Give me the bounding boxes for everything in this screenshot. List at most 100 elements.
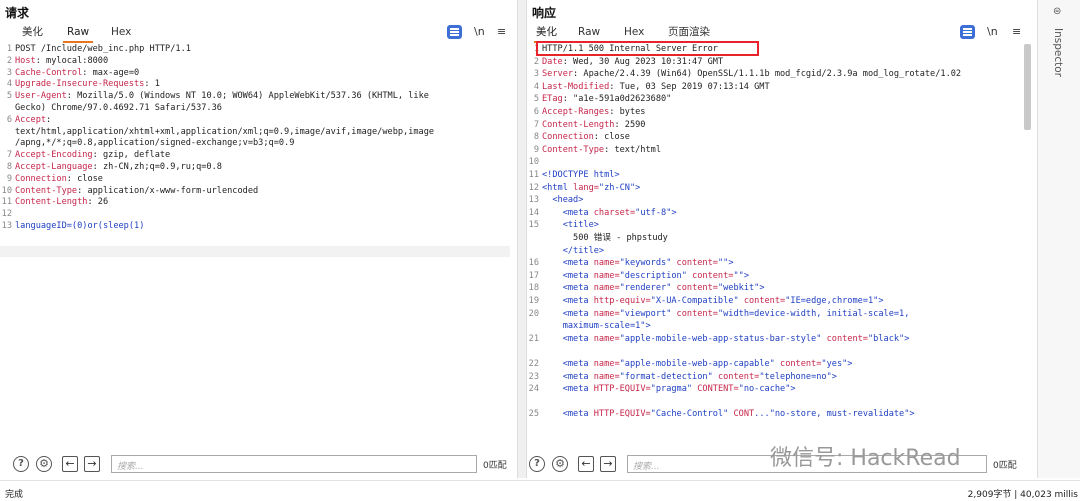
code-line[interactable]: Accept:: [15, 115, 51, 126]
code-line[interactable]: Upgrade-Insecure-Requests: 1: [15, 79, 160, 90]
code-line[interactable]: maximum-scale=1">: [542, 321, 651, 332]
request-search-input[interactable]: 搜索...: [111, 455, 477, 473]
line-number: 3: [6, 67, 12, 78]
inspector-label[interactable]: Inspector: [1052, 28, 1064, 77]
line-number: 5: [6, 91, 12, 102]
request-tabs: 美化 Raw Hex: [0, 24, 517, 43]
newline-toggle[interactable]: \n: [474, 25, 485, 38]
code-line[interactable]: Content-Length: 2590: [542, 120, 645, 131]
code-token: <meta: [542, 308, 594, 319]
line-number: 2: [6, 55, 12, 66]
code-token: : "a1e-591a0d2623680": [562, 94, 672, 105]
prev-match-button[interactable]: ←: [578, 456, 594, 472]
menu-icon[interactable]: ≡: [1012, 25, 1021, 38]
code-line[interactable]: <meta HTTP-EQUIV="pragma" CONTENT="no-ca…: [542, 384, 796, 395]
code-line[interactable]: <!DOCTYPE html>: [542, 170, 620, 181]
code-line[interactable]: Connection: close: [15, 174, 103, 185]
code-token: Upgrade-Insecure-Requests: [15, 79, 145, 90]
inspector-panel[interactable]: ⊜ Inspector: [1037, 0, 1080, 478]
line-number: 11: [1, 197, 12, 208]
code-line[interactable]: Content-Type: application/x-www-form-url…: [15, 186, 258, 197]
code-token: HTTP-EQUIV=: [593, 409, 651, 420]
code-line[interactable]: ETag: "a1e-591a0d2623680": [542, 94, 671, 105]
code-line[interactable]: <meta name="keywords" content="">: [542, 258, 734, 269]
actions-icon[interactable]: [447, 25, 462, 39]
code-line[interactable]: Date: Wed, 30 Aug 2023 10:31:47 GMT: [542, 57, 723, 68]
inspector-icon[interactable]: ⊜: [1053, 6, 1061, 17]
prev-match-button[interactable]: ←: [62, 456, 78, 472]
code-line[interactable]: Connection: close: [542, 132, 630, 143]
actions-icon[interactable]: [960, 25, 975, 39]
next-match-button[interactable]: →: [600, 456, 616, 472]
code-token: name=: [593, 258, 620, 269]
code-line[interactable]: Content-Length: 26: [15, 197, 108, 208]
code-token: name=: [593, 333, 620, 344]
code-token: 500 错误 - phpstudy: [542, 233, 668, 243]
code-token: CONT: [733, 409, 755, 420]
code-line[interactable]: <html lang="zh-CN">: [542, 183, 640, 194]
code-token: : 26: [87, 197, 109, 208]
code-line[interactable]: 500 错误 - phpstudy: [542, 233, 668, 244]
code-token: : Wed, 30 Aug 2023 10:31:47 GMT: [562, 56, 724, 67]
code-line[interactable]: <meta name="apple-mobile-web-app-status-…: [542, 333, 910, 345]
code-token: Connection: [15, 173, 67, 184]
tab-raw[interactable]: Raw: [63, 24, 94, 43]
code-token: name=: [593, 359, 620, 369]
code-line[interactable]: <meta http-equiv="X-UA-Compatible" conte…: [542, 296, 884, 307]
code-line[interactable]: <meta name="format-detection" content="t…: [542, 372, 837, 383]
help-icon[interactable]: ?: [13, 456, 29, 472]
line-number: 18: [528, 283, 539, 294]
code-line[interactable]: Server: Apache/2.4.39 (Win64) OpenSSL/1.…: [542, 69, 961, 80]
line-number: 4: [6, 79, 12, 90]
code-line[interactable]: POST /Include/web_inc.php HTTP/1.1: [15, 44, 191, 55]
code-line[interactable]: Accept-Encoding: gzip, deflate: [15, 150, 170, 161]
code-line[interactable]: </title>: [542, 246, 604, 257]
code-token: </title>: [542, 245, 605, 256]
code-token: "yes": [821, 359, 848, 369]
code-token: "pragma": [650, 384, 698, 395]
code-line[interactable]: languageID=(0)or(sleep(1): [15, 221, 144, 232]
code-token: "renderer": [619, 283, 677, 294]
code-line[interactable]: Accept-Ranges: bytes: [542, 107, 645, 118]
code-token: content=: [692, 270, 734, 281]
code-line[interactable]: Host: mylocal:8000: [15, 56, 108, 67]
code-token: >: [759, 283, 765, 294]
code-token: Content-Length: [15, 197, 88, 208]
code-token: <html: [542, 182, 574, 193]
tab-pretty[interactable]: 美化: [22, 24, 43, 43]
code-line[interactable]: Cache-Control: max-age=0: [15, 68, 139, 79]
help-icon[interactable]: ?: [529, 456, 545, 472]
code-token: Accept-Ranges: [542, 107, 610, 117]
code-token: <meta: [542, 371, 594, 382]
code-line[interactable]: <meta HTTP-EQUIV="Cache-Control" CONT...…: [542, 409, 915, 420]
settings-gear-icon[interactable]: ⚙: [552, 456, 568, 472]
code-line[interactable]: <meta name="viewport" content="width=dev…: [542, 308, 910, 320]
newline-toggle[interactable]: \n: [987, 25, 998, 38]
code-line[interactable]: <meta name="apple-mobile-web-app-capable…: [542, 359, 853, 370]
code-line[interactable]: <title>: [542, 220, 599, 231]
code-token: Cache-Control: [15, 67, 83, 78]
code-token: Connection: [542, 132, 594, 143]
pane-divider[interactable]: [517, 0, 527, 478]
code-line[interactable]: <meta charset="utf-8">: [542, 208, 677, 219]
code-token: <meta: [542, 409, 594, 420]
code-token: >: [635, 182, 641, 193]
code-line[interactable]: Accept-Language: zh-CN,zh;q=0.9,ru;q=0.8: [15, 162, 222, 173]
code-line[interactable]: <meta name="renderer" content="webkit">: [542, 283, 765, 294]
code-line[interactable]: Last-Modified: Tue, 03 Sep 2019 07:13:14…: [542, 82, 770, 93]
code-line[interactable]: User-Agent: Mozilla/5.0 (Windows NT 10.0…: [15, 91, 429, 102]
code-line[interactable]: Gecko) Chrome/97.0.4692.71 Safari/537.36: [15, 103, 222, 114]
next-match-button[interactable]: →: [84, 456, 100, 472]
line-number: 15: [528, 220, 539, 231]
menu-icon[interactable]: ≡: [497, 25, 506, 38]
code-line[interactable]: Content-Type: text/html: [542, 145, 661, 156]
line-number: 20: [528, 308, 539, 319]
code-line[interactable]: text/html,application/xhtml+xml,applicat…: [15, 127, 434, 138]
code-line[interactable]: <head>: [542, 195, 583, 206]
code-line[interactable]: /apng,*/*;q=0.8,application/signed-excha…: [15, 138, 294, 149]
settings-gear-icon[interactable]: ⚙: [36, 456, 52, 472]
code-line[interactable]: <meta name="description" content="">: [542, 271, 749, 282]
response-scrollbar[interactable]: [1024, 44, 1031, 130]
tab-hex[interactable]: Hex: [111, 24, 131, 43]
code-token: Server: [542, 69, 574, 80]
